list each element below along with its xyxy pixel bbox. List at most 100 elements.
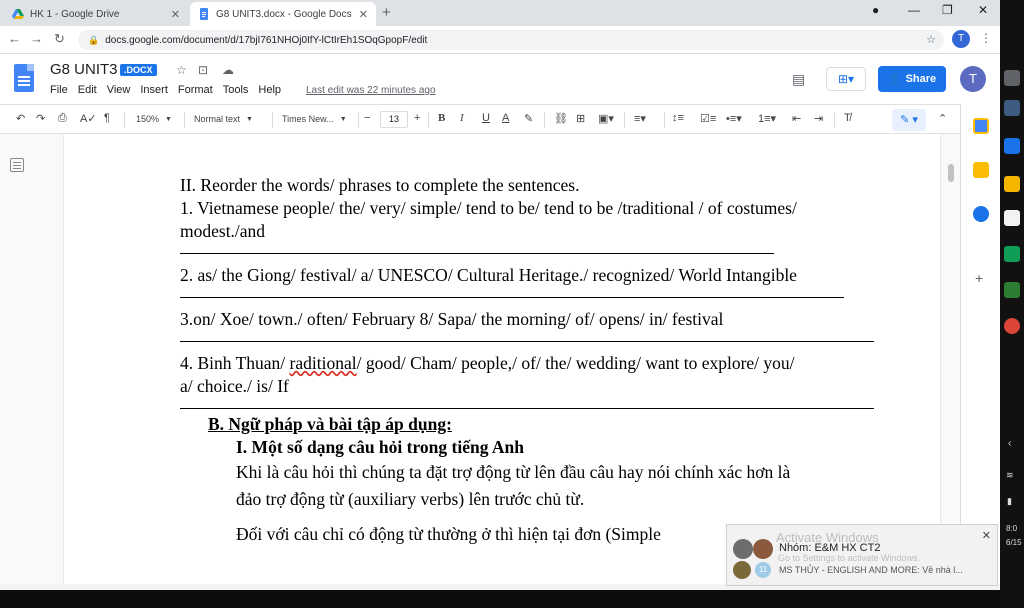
- clock-time[interactable]: 8:0: [1006, 524, 1017, 533]
- menu-help[interactable]: Help: [258, 84, 281, 96]
- comment-history-icon[interactable]: ▤: [792, 71, 805, 88]
- clock-date[interactable]: 6/15: [1006, 538, 1022, 547]
- paint-format-icon[interactable]: ¶: [104, 112, 110, 124]
- checklist-icon[interactable]: ☑≡: [700, 112, 716, 125]
- spellcheck-icon[interactable]: A✓: [80, 112, 97, 125]
- text-color-button[interactable]: A: [502, 112, 509, 124]
- link-icon[interactable]: ⛓: [554, 112, 568, 125]
- add-comment-icon[interactable]: ⊞: [576, 112, 585, 125]
- bulleted-list-icon[interactable]: •≡▾: [726, 112, 742, 125]
- address-bar: ← → ↻ 🔒 docs.google.com/document/d/17bjI…: [0, 26, 1000, 54]
- share-button[interactable]: 👤 Share: [878, 66, 946, 92]
- menu-view[interactable]: View: [107, 84, 131, 96]
- decrease-font-size-button[interactable]: −: [364, 112, 370, 124]
- underline-button[interactable]: U: [482, 112, 490, 124]
- menu-edit[interactable]: Edit: [78, 84, 97, 96]
- highlight-icon[interactable]: ✎: [524, 112, 533, 125]
- close-window-icon[interactable]: ✕: [978, 3, 988, 17]
- zoom-select[interactable]: 150% ▼: [136, 111, 172, 127]
- url-input[interactable]: 🔒 docs.google.com/document/d/17bjI761NHO…: [78, 30, 944, 50]
- document-body[interactable]: II. Reorder the words/ phrases to comple…: [180, 174, 910, 548]
- undo-icon[interactable]: ↶: [16, 112, 25, 125]
- side-panel: +: [960, 104, 1000, 584]
- numbered-list-icon[interactable]: 1≡▾: [758, 112, 776, 125]
- share-label: Share: [905, 73, 937, 85]
- forward-icon[interactable]: →: [30, 31, 43, 46]
- style-select[interactable]: Normal text ▼: [194, 111, 253, 127]
- clear-formatting-icon[interactable]: T̸: [844, 112, 851, 124]
- reload-icon[interactable]: ↻: [54, 31, 65, 47]
- close-icon[interactable]: ✕: [982, 529, 991, 542]
- taskbar-app-icon[interactable]: [1004, 138, 1020, 154]
- font-select[interactable]: Times New... ▼: [282, 111, 347, 127]
- avatar[interactable]: T: [960, 66, 986, 92]
- bold-button[interactable]: B: [438, 112, 445, 124]
- calendar-icon[interactable]: [973, 118, 989, 134]
- person-icon: 👤: [887, 73, 902, 86]
- more-menu-icon[interactable]: ⋮: [980, 31, 992, 45]
- tab-title: HK 1 - Google Drive: [30, 8, 120, 20]
- increase-font-size-button[interactable]: +: [414, 112, 420, 124]
- media-icon[interactable]: ●: [872, 3, 879, 17]
- taskbar-app-icon[interactable]: [1004, 246, 1020, 262]
- activate-windows-watermark: Activate Windows: [776, 530, 879, 545]
- minimize-icon[interactable]: —: [908, 3, 920, 17]
- close-icon[interactable]: ✕: [359, 8, 368, 21]
- maximize-icon[interactable]: ❐: [942, 3, 953, 17]
- taskbar-app-icon[interactable]: [1004, 70, 1020, 86]
- increase-indent-icon[interactable]: ⇥: [814, 112, 823, 125]
- document-outline-icon[interactable]: [10, 158, 24, 172]
- vertical-scrollbar[interactable]: [948, 164, 954, 182]
- font-size-input[interactable]: 13: [380, 111, 408, 128]
- os-taskbar: ‹ ≋ ▮: [1000, 0, 1024, 608]
- cloud-status-icon[interactable]: ☁: [222, 63, 234, 77]
- google-docs-icon: [200, 8, 208, 20]
- new-tab-button[interactable]: +: [382, 4, 391, 21]
- battery-icon[interactable]: ▮: [1007, 496, 1012, 507]
- close-icon[interactable]: ✕: [171, 8, 180, 21]
- menu-file[interactable]: File: [50, 84, 68, 96]
- keep-icon[interactable]: [973, 162, 989, 178]
- back-icon[interactable]: ←: [8, 31, 21, 46]
- star-icon[interactable]: ☆: [176, 63, 187, 77]
- answer-line: [180, 253, 774, 254]
- menu-format[interactable]: Format: [178, 84, 213, 96]
- italic-button[interactable]: I: [460, 112, 464, 124]
- move-folder-icon[interactable]: ⊡: [198, 63, 208, 77]
- add-on-plus-icon[interactable]: +: [975, 270, 983, 286]
- url-text: docs.google.com/document/d/17bjI761NHOj0…: [105, 34, 428, 46]
- taskbar-app-icon[interactable]: [1004, 100, 1020, 116]
- avatar[interactable]: T: [952, 30, 970, 48]
- line-spacing-icon[interactable]: ↕≡: [672, 112, 684, 124]
- insert-image-icon[interactable]: ▣▾: [598, 112, 614, 125]
- tasks-icon[interactable]: [973, 206, 989, 222]
- chevron-up-icon[interactable]: ⌃: [938, 112, 947, 125]
- question-4-line-2: a/ choice./ is/ If: [180, 376, 289, 396]
- activate-windows-subtitle: Go to Settings to activate Windows.: [778, 553, 921, 563]
- align-icon[interactable]: ≡▾: [634, 112, 646, 125]
- redo-icon[interactable]: ↷: [36, 112, 45, 125]
- taskbar-app-icon[interactable]: [1004, 282, 1020, 298]
- present-button[interactable]: ⊞▾: [826, 67, 866, 91]
- chrome-icon[interactable]: [1004, 318, 1020, 334]
- wifi-icon[interactable]: ≋: [1006, 470, 1014, 481]
- print-icon[interactable]: ⎙: [58, 112, 67, 125]
- question-2: 2. as/ the Giong/ festival/ a/ UNESCO/ C…: [180, 265, 797, 285]
- avatar: [733, 561, 751, 579]
- notification-message: MS THỦY - ENGLISH AND MORE: Về nhà l...: [779, 565, 963, 575]
- spelling-error[interactable]: raditional: [290, 353, 357, 373]
- docs-logo-icon[interactable]: [14, 64, 34, 92]
- menu-tools[interactable]: Tools: [223, 84, 249, 96]
- chevron-left-icon[interactable]: ‹: [1008, 438, 1011, 449]
- tab-google-docs[interactable]: G8 UNIT3.docx - Google Docs ✕: [190, 2, 376, 26]
- decrease-indent-icon[interactable]: ⇤: [792, 112, 801, 125]
- menu-insert[interactable]: Insert: [140, 84, 168, 96]
- bookmark-star-icon[interactable]: ☆: [926, 33, 936, 46]
- editing-mode-button[interactable]: ✎ ▾: [892, 109, 926, 131]
- last-edit-link[interactable]: Last edit was 22 minutes ago: [306, 85, 436, 96]
- document-title[interactable]: G8 UNIT3: [50, 61, 118, 78]
- tab-google-drive[interactable]: HK 1 - Google Drive ✕: [4, 2, 188, 26]
- taskbar-app-icon[interactable]: [1004, 210, 1020, 226]
- folder-icon[interactable]: [1004, 176, 1020, 192]
- question-3: 3.on/ Xoe/ town./ often/ February 8/ Sap…: [180, 309, 724, 329]
